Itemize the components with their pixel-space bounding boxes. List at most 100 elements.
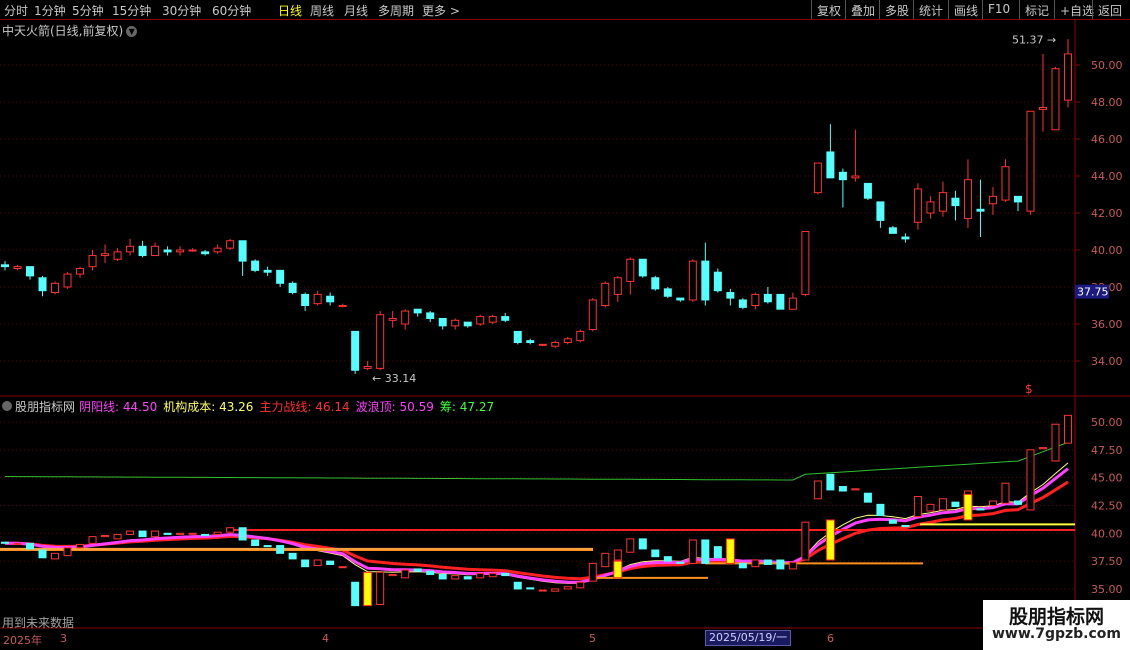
candle-body [51, 282, 60, 294]
candle-body [301, 293, 310, 306]
toolbar: 分时 1分钟 5分钟 15分钟 30分钟 60分钟 日线 周线 月线 多周期 更多 > 复权 叠加 多股统… [0, 0, 1130, 20]
ind-candle [463, 576, 472, 580]
ind-candle [451, 575, 460, 580]
tab-9[interactable]: 多周期 [378, 2, 414, 19]
candle-body [663, 288, 672, 297]
candle-body [626, 258, 635, 282]
ind-candle [951, 501, 960, 508]
ind-candle [338, 566, 347, 569]
candle-body [463, 321, 472, 327]
price-tick-label: 34.00 [1091, 355, 1123, 368]
ind-tick-label: 35.00 [1091, 583, 1123, 596]
candle-body [488, 316, 497, 323]
ind-candle [563, 586, 572, 590]
ind-candle [626, 538, 635, 553]
indicator-value-3: 波浪顶: 50.59 [355, 400, 434, 414]
candle-body [601, 282, 610, 306]
ind-candle [438, 573, 447, 580]
candle-body [1026, 110, 1035, 212]
tab-1[interactable]: 1分钟 [34, 2, 66, 19]
toolbar-button-2[interactable]: 多股 [879, 0, 913, 19]
ind-candle [776, 559, 785, 570]
ind-candle [426, 570, 435, 575]
ind-candle [663, 556, 672, 562]
candle-body [913, 188, 922, 223]
ind-candle [676, 561, 685, 564]
tab-8[interactable]: 月线 [344, 2, 368, 19]
candle-body [563, 338, 572, 343]
ind-candle [926, 503, 935, 512]
ind-candle [238, 527, 247, 541]
tab-3[interactable]: 15分钟 [112, 2, 151, 19]
indicator-value-4: 筹: 47.27 [439, 400, 495, 414]
signal-bar [363, 571, 373, 607]
candle-body [413, 308, 422, 314]
candle-body [151, 245, 160, 257]
indicator-dropdown-icon[interactable] [2, 401, 12, 411]
date-month-5: 5 [589, 632, 596, 645]
tab-6[interactable]: 日线 [278, 2, 302, 19]
candle-body [788, 297, 797, 310]
toolbar-button-5[interactable]: F10 [982, 0, 1019, 19]
watermark-url: www.7gpzb.com [991, 626, 1121, 642]
candle-body [888, 227, 897, 234]
tab-5[interactable]: 60分钟 [212, 2, 251, 19]
ind-candle [876, 503, 885, 516]
tab-10[interactable]: 更多 > [422, 2, 460, 19]
toolbar-button-6[interactable]: 标记 [1019, 0, 1054, 19]
indicator-value-1: 机构成本: 43.26 [163, 400, 254, 414]
candle-body [438, 317, 447, 327]
tab-0[interactable]: 分时 [4, 2, 28, 19]
ind-candle [113, 533, 122, 540]
candle-body [326, 295, 335, 303]
ind-tick-label: 47.50 [1091, 444, 1123, 457]
indicator-name[interactable]: 股朋指标网 [15, 400, 75, 414]
ind-candle [976, 508, 985, 511]
candle-body [738, 299, 747, 308]
ind-candle [13, 542, 22, 545]
price-tick-label: 46.00 [1091, 133, 1123, 146]
price-tick-label: 48.00 [1091, 96, 1123, 109]
toolbar-button-1[interactable]: 叠加 [845, 0, 879, 19]
signal-bar [725, 538, 735, 564]
candle-body [651, 277, 660, 290]
toolbar-button-8[interactable]: 返回 [1092, 0, 1130, 19]
future-data-note: 用到未来数据 [2, 616, 75, 630]
ind-candle [501, 572, 510, 577]
candle-body [451, 319, 460, 327]
tab-4[interactable]: 30分钟 [162, 2, 201, 19]
ind-candle [538, 589, 547, 592]
tab-2[interactable]: 5分钟 [72, 2, 104, 19]
ind-candle [1051, 423, 1060, 462]
candle-body [13, 266, 22, 269]
ind-candle [888, 519, 897, 524]
candle-body [513, 330, 522, 343]
price-tick-label: 40.00 [1091, 244, 1123, 257]
cost-line [5, 462, 1069, 584]
toolbar-button-4[interactable]: 画线 [948, 0, 982, 19]
price-tick-label: 42.00 [1091, 207, 1123, 220]
tab-7[interactable]: 周线 [310, 2, 334, 19]
candle-body [863, 182, 872, 199]
ind-candle [901, 525, 910, 528]
candle-body [826, 151, 835, 179]
candle-body [126, 245, 135, 253]
toolbar-button-7[interactable]: +自选 [1054, 0, 1094, 19]
ind-candle [988, 500, 997, 506]
chart-canvas[interactable]: 50.0048.0046.0044.0042.0040.0038.0036.00… [0, 20, 1130, 630]
ind-candle [38, 549, 47, 559]
ind-candle [913, 496, 922, 518]
ind-candle [713, 546, 722, 559]
candle-body [801, 231, 810, 295]
ind-candle [251, 539, 260, 547]
candle-body [1, 264, 9, 268]
toolbar-button-0[interactable]: 复权 [811, 0, 845, 19]
toolbar-button-3[interactable]: 统计 [913, 0, 948, 19]
candle-body [351, 330, 360, 371]
candle-body [576, 330, 585, 342]
signal-bar [613, 560, 623, 579]
ind-tick-label: 40.00 [1091, 527, 1123, 540]
candle-body [551, 342, 560, 347]
ind-candle [1013, 500, 1022, 505]
ind-candle [576, 581, 585, 589]
